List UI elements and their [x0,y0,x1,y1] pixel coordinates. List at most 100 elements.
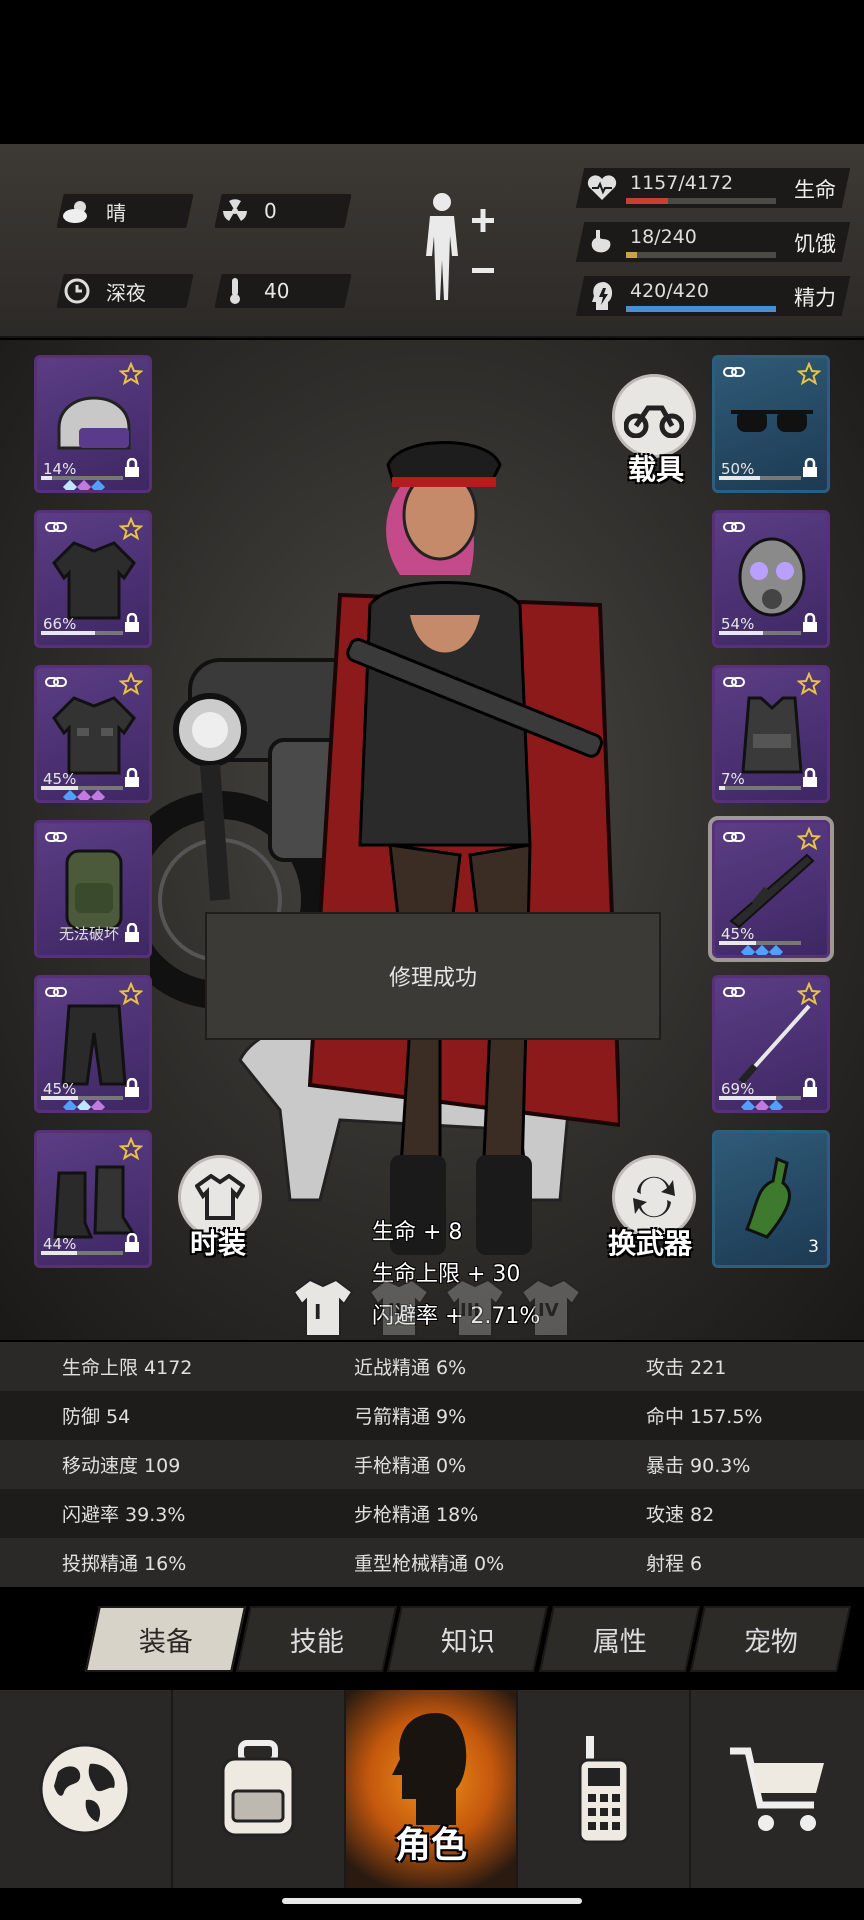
vital-hunger: 18/240 饥饿 [575,222,851,262]
favorite-star-icon[interactable] [119,982,143,1006]
gem-icon [90,479,106,490]
outfit-set-numeral: IV [538,1300,559,1321]
coat-icon [52,696,136,775]
favorite-star-icon[interactable] [119,517,143,541]
durability-bar-fill [41,476,53,480]
nav-radio[interactable] [518,1690,692,1888]
outfit-set-tab-2[interactable]: II [368,1276,430,1338]
link-icon [723,677,745,687]
tab-pets[interactable]: 宠物 [689,1606,852,1672]
outfit-set-tab-4[interactable]: IV [520,1276,582,1338]
link-icon [45,832,67,842]
lock-icon[interactable] [801,1078,819,1098]
shopping-cart-icon [729,1747,824,1831]
outfit-set-tab-1[interactable]: I [292,1276,354,1338]
equip-slot-boots[interactable]: 44% [34,1130,152,1268]
favorite-star-icon[interactable] [797,982,821,1006]
lock-icon[interactable] [801,613,819,633]
home-indicator[interactable] [282,1898,582,1904]
equip-slot-primary-weapon[interactable]: 45% [708,816,834,962]
equip-slot-coat[interactable]: 45% [34,665,152,803]
cloud-sun-icon [60,194,94,228]
energy-head-icon [592,282,613,310]
equip-slot-helmet[interactable]: 14% [34,355,152,493]
weather-chip: 晴 [56,194,194,228]
nav-character[interactable]: 角色 [345,1690,519,1888]
swap-arrows-icon [633,1176,675,1218]
gem-sockets [62,789,106,800]
weather-text: 晴 [106,200,126,225]
gem-sockets [740,1099,784,1110]
equip-slot-mask[interactable]: 54% [712,510,830,648]
attribute-row: 移动速度 109 手枪精通 0% 暴击 90.3% [0,1440,864,1489]
vital-health: 1157/4172 生命 [575,168,851,208]
favorite-star-icon[interactable] [797,362,821,386]
bottom-navigation: 角色 [0,1690,864,1888]
lock-icon[interactable] [123,458,141,478]
lock-icon[interactable] [801,768,819,788]
favorite-star-icon[interactable] [119,1137,143,1161]
gem-icon [754,944,770,955]
vehicle-button[interactable] [612,374,696,458]
stomach-icon [591,230,611,253]
equip-slot-armor[interactable]: 7% [712,665,830,803]
favorite-star-icon[interactable] [797,827,821,851]
gem-icon [76,789,92,800]
radiation-text: 0 [264,199,277,223]
tab-label: 装备 [138,1626,193,1658]
equip-slot-throwable[interactable]: 3 [712,1130,830,1268]
equip-slot-backpack[interactable]: 无法破坏 [34,820,152,958]
katana-icon [738,1004,811,1085]
durability-bar-fill [41,631,96,635]
gem-icon [90,1099,106,1110]
lock-icon[interactable] [123,1233,141,1253]
nav-world-map[interactable] [0,1690,173,1888]
character-subtabs: 装备 技能 知识 属性 宠物 [84,1606,852,1672]
character-illustration [307,441,620,1255]
link-icon [723,367,745,377]
fashion-label[interactable]: 时装 [190,1222,246,1262]
outfit-set-tab-3[interactable]: III [444,1276,506,1338]
switch-weapon-label[interactable]: 换武器 [608,1222,692,1262]
favorite-star-icon[interactable] [797,672,821,696]
equip-slot-jacket[interactable]: 66% [34,510,152,648]
tab-skills[interactable]: 技能 [236,1606,398,1672]
body-status-button[interactable] [418,188,498,308]
energy-label: 精力 [794,286,836,310]
attribute-cell: 近战精通 6% [354,1357,467,1379]
lock-icon[interactable] [123,1078,141,1098]
gem-icon [62,1099,78,1110]
lock-icon[interactable] [123,613,141,633]
attribute-cell: 暴击 90.3% [646,1455,751,1477]
tab-knowledge[interactable]: 知识 [387,1606,549,1672]
link-icon [723,987,745,997]
lock-icon[interactable] [801,458,819,478]
heart-icon [587,175,617,200]
tab-attributes[interactable]: 属性 [538,1606,700,1672]
attribute-cell: 射程 6 [646,1553,703,1575]
attribute-cell: 弓箭精通 9% [354,1406,467,1428]
favorite-star-icon[interactable] [119,362,143,386]
lock-icon[interactable] [123,923,141,943]
nav-shop[interactable] [691,1690,864,1888]
equip-slot-pants[interactable]: 45% [34,975,152,1113]
equip-slot-eyewear[interactable]: 50% [712,355,830,493]
vital-energy: 420/420 精力 [575,276,851,316]
favorite-star-icon[interactable] [119,672,143,696]
vehicle-label[interactable]: 载具 [628,448,684,488]
radiation-chip: 0 [214,194,352,228]
attribute-cell: 闪避率 39.3% [62,1504,186,1526]
lock-icon[interactable] [123,768,141,788]
nav-backpack[interactable] [173,1690,346,1888]
nav-character-label: 角色 [394,1825,467,1866]
tab-equipment[interactable]: 装备 [84,1606,247,1672]
link-icon [45,522,67,532]
link-icon [723,522,745,532]
shirt-icon [195,1174,245,1220]
tab-label: 属性 [592,1626,647,1658]
equip-slot-melee-weapon[interactable]: 69% [712,975,830,1113]
durability-bar-fill [719,476,760,480]
outfit-set-numeral: III [460,1300,481,1321]
hunger-label: 饥饿 [794,232,836,256]
attribute-cell: 攻速 82 [646,1504,715,1526]
